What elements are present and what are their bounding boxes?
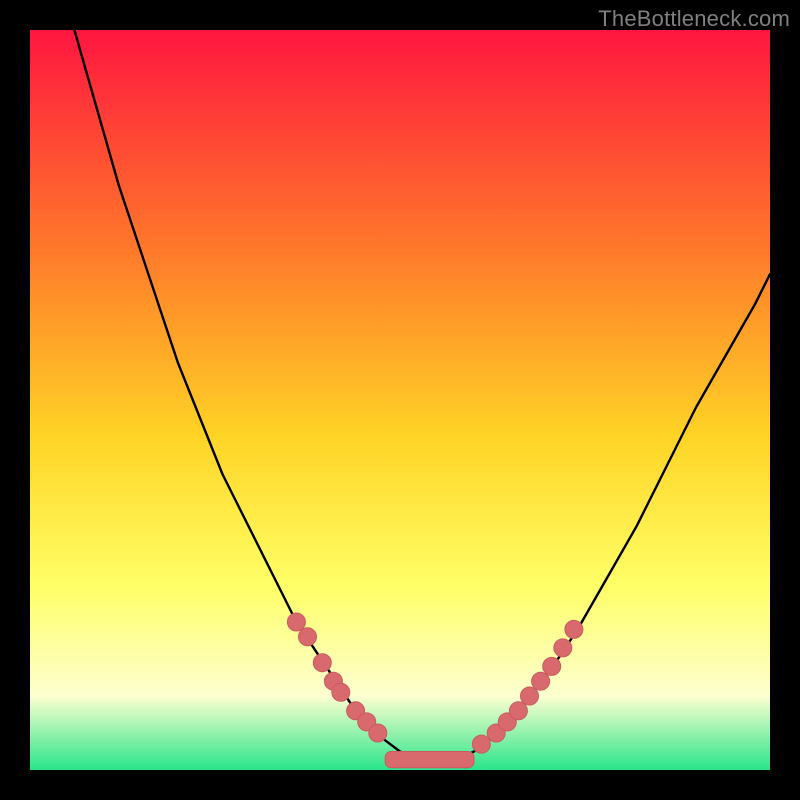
curve-marker: [565, 620, 583, 638]
curve-marker: [287, 613, 305, 631]
watermark-text: TheBottleneck.com: [598, 6, 790, 32]
curve-marker: [332, 683, 350, 701]
bottleneck-chart: [30, 30, 770, 770]
curve-marker: [472, 735, 490, 753]
curve-marker: [554, 639, 572, 657]
curve-marker: [369, 724, 387, 742]
curve-marker: [299, 628, 317, 646]
curve-marker: [521, 687, 539, 705]
plot-area: [30, 30, 770, 770]
curve-marker: [532, 672, 550, 690]
curve-marker: [543, 657, 561, 675]
chart-frame: TheBottleneck.com: [0, 0, 800, 800]
gradient-background: [30, 30, 770, 770]
flat-marker-bar: [385, 752, 474, 768]
curve-marker: [509, 702, 527, 720]
curve-marker: [313, 654, 331, 672]
